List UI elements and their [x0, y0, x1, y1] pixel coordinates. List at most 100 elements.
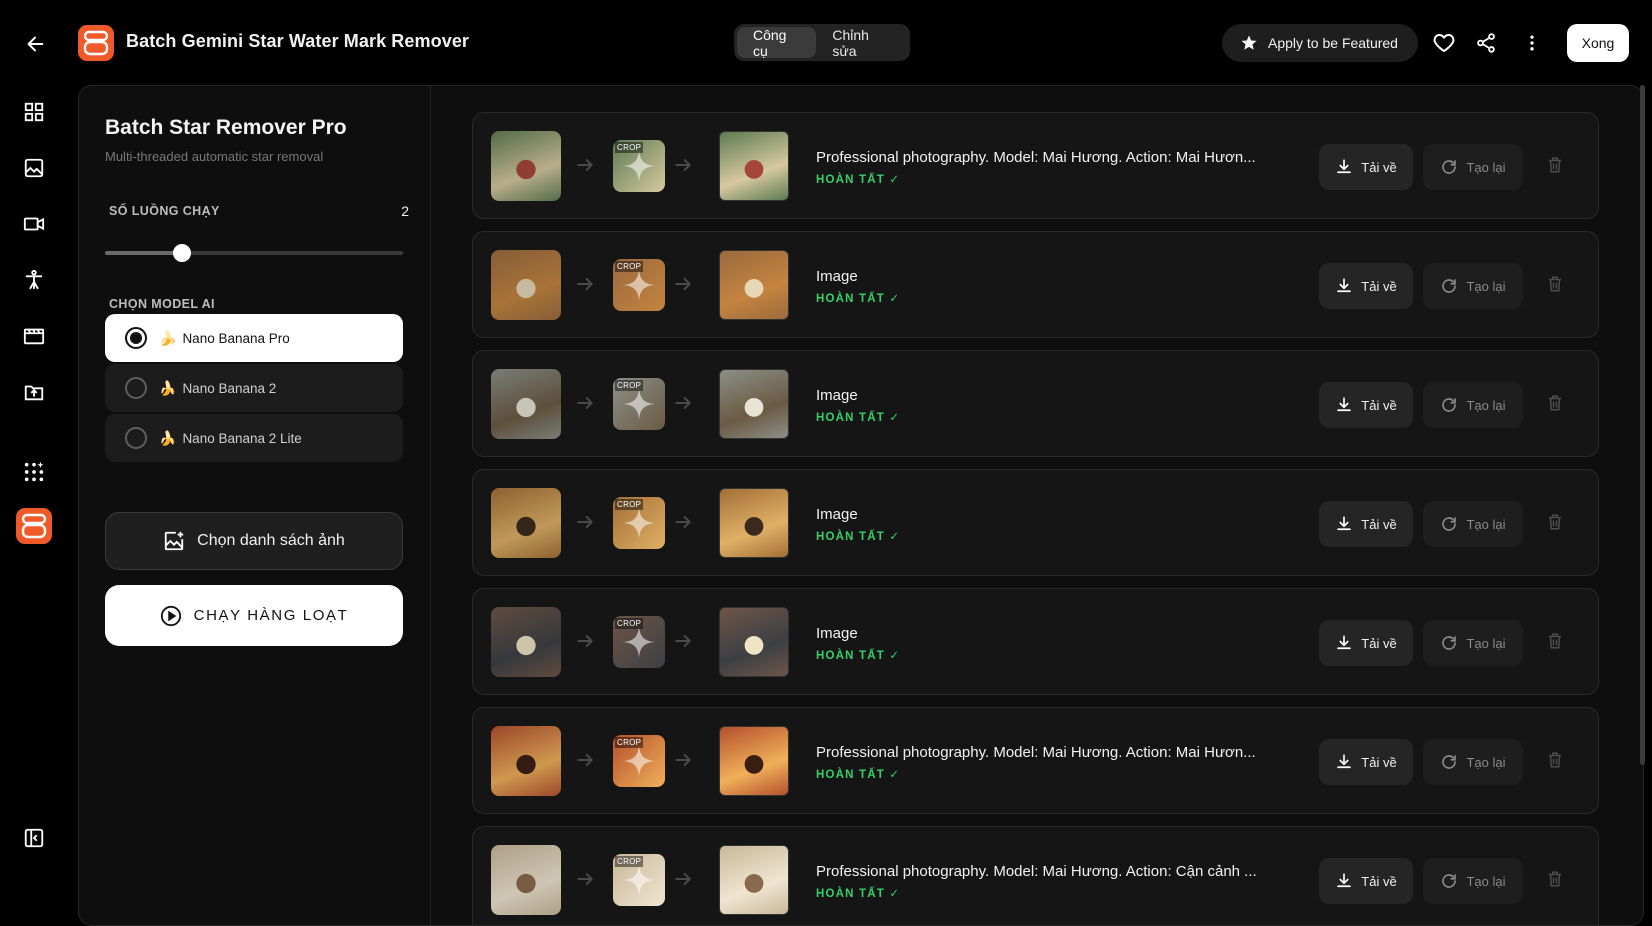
rail-item-upload[interactable] [18, 376, 50, 408]
arrow-right-icon [577, 635, 593, 647]
radio-unselected[interactable] [125, 427, 147, 449]
threads-value: 2 [401, 203, 409, 219]
output-thumbnail[interactable] [719, 131, 789, 201]
tab-tools[interactable]: Công cụ [737, 27, 817, 59]
crop-tag: CROP [615, 856, 644, 867]
download-button[interactable]: Tải về [1319, 501, 1413, 547]
regenerate-button[interactable]: Tạo lại [1423, 501, 1523, 547]
delete-button[interactable] [1541, 151, 1569, 179]
crop-thumbnail[interactable]: CROP [613, 497, 665, 549]
model-option-label: Nano Banana Pro [182, 330, 290, 346]
input-thumbnail[interactable] [491, 726, 561, 796]
share-button[interactable] [1470, 27, 1502, 59]
output-thumbnail[interactable] [719, 845, 789, 915]
radio-unselected[interactable] [125, 377, 147, 399]
rail-item-current-app[interactable] [16, 508, 52, 544]
regenerate-button[interactable]: Tạo lại [1423, 144, 1523, 190]
model-option-nano-banana-2-lite[interactable]: 🍌 Nano Banana 2 Lite [105, 414, 403, 462]
download-button[interactable]: Tải về [1319, 739, 1413, 785]
regenerate-button[interactable]: Tạo lại [1423, 620, 1523, 666]
delete-button[interactable] [1541, 389, 1569, 417]
model-option-text: 🍌 Nano Banana 2 Lite [159, 430, 302, 447]
output-thumbnail[interactable] [719, 488, 789, 558]
star-watermark-icon [623, 388, 655, 420]
sidebar-toggle-button[interactable] [18, 822, 50, 854]
arrow-right-icon [675, 873, 691, 885]
rail-item-image[interactable] [18, 152, 50, 184]
output-thumbnail[interactable] [719, 369, 789, 439]
refresh-icon [1442, 517, 1457, 531]
download-button[interactable]: Tải về [1319, 263, 1413, 309]
model-option-nano-banana-2[interactable]: 🍌 Nano Banana 2 [105, 364, 403, 412]
scrollbar[interactable] [1640, 85, 1645, 765]
rail-item-film[interactable] [18, 320, 50, 352]
delete-button[interactable] [1541, 508, 1569, 536]
download-button[interactable]: Tải về [1319, 144, 1413, 190]
person-icon [25, 269, 43, 290]
crop-thumbnail[interactable]: CROP [613, 259, 665, 311]
pick-images-button[interactable]: Chọn danh sách ảnh [105, 512, 403, 570]
model-option-nano-banana-pro[interactable]: 🍌 Nano Banana Pro [105, 314, 403, 362]
banana-icon: 🍌 [159, 329, 177, 346]
delete-button[interactable] [1541, 270, 1569, 298]
download-button[interactable]: Tải về [1319, 382, 1413, 428]
refresh-icon [1442, 755, 1457, 769]
rail-item-grid[interactable] [18, 96, 50, 128]
input-thumbnail[interactable] [491, 250, 561, 320]
crop-thumbnail[interactable]: CROP [613, 735, 665, 787]
banana-icon: 🍌 [159, 379, 177, 396]
star-watermark-icon [623, 626, 655, 658]
job-title: Image [816, 506, 858, 523]
apply-featured-button[interactable]: Apply to be Featured [1222, 24, 1418, 62]
output-thumbnail[interactable] [719, 250, 789, 320]
output-thumbnail[interactable] [719, 607, 789, 677]
input-thumbnail[interactable] [491, 607, 561, 677]
threads-slider[interactable] [105, 244, 403, 262]
sparkle-grid-icon [24, 461, 44, 482]
radio-selected[interactable] [125, 327, 147, 349]
download-label: Tải về [1361, 635, 1397, 651]
regenerate-button[interactable]: Tạo lại [1423, 382, 1523, 428]
download-label: Tải về [1361, 397, 1397, 413]
rail-item-video[interactable] [18, 208, 50, 240]
input-thumbnail[interactable] [491, 369, 561, 439]
input-thumbnail[interactable] [491, 488, 561, 558]
run-batch-button[interactable]: CHẠY HÀNG LOẠT [105, 585, 403, 646]
input-thumbnail[interactable] [491, 131, 561, 201]
favorite-button[interactable] [1428, 27, 1460, 59]
crop-thumbnail[interactable]: CROP [613, 378, 665, 430]
crop-thumbnail[interactable]: CROP [613, 140, 665, 192]
crop-thumbnail[interactable]: CROP [613, 616, 665, 668]
output-thumbnail[interactable] [719, 726, 789, 796]
regenerate-button[interactable]: Tạo lại [1423, 739, 1523, 785]
job-title: Image [816, 625, 858, 642]
film-icon [23, 328, 45, 345]
tab-edit[interactable]: Chỉnh sửa [816, 27, 907, 59]
app-logo-icon [78, 25, 114, 61]
crop-thumbnail[interactable]: CROP [613, 854, 665, 906]
job-status: HOÀN TẤT ✓ [816, 412, 901, 424]
rail-item-apps[interactable] [18, 456, 50, 488]
delete-button[interactable] [1541, 865, 1569, 893]
regenerate-button[interactable]: Tạo lại [1423, 263, 1523, 309]
back-button[interactable] [18, 27, 52, 61]
slider-knob[interactable] [173, 244, 192, 262]
input-thumbnail[interactable] [491, 845, 561, 915]
regenerate-button[interactable]: Tạo lại [1423, 858, 1523, 904]
more-button[interactable] [1516, 27, 1548, 59]
download-label: Tải về [1361, 159, 1397, 175]
job-row: CROP Image HOÀN TẤT ✓ Tải về Tạo lại [472, 469, 1599, 576]
download-button[interactable]: Tải về [1319, 620, 1413, 666]
rail-item-person[interactable] [18, 264, 50, 296]
delete-button[interactable] [1541, 627, 1569, 655]
download-button[interactable]: Tải về [1319, 858, 1413, 904]
delete-button[interactable] [1541, 746, 1569, 774]
arrow-right-icon [577, 397, 593, 409]
threads-label: SỐ LUỒNG CHẠY [109, 204, 220, 218]
regenerate-label: Tạo lại [1466, 516, 1506, 532]
main-frame: Batch Star Remover Pro Multi-threaded au… [78, 85, 1644, 926]
refresh-icon [1442, 160, 1457, 174]
regenerate-label: Tạo lại [1466, 397, 1506, 413]
done-button[interactable]: Xong [1567, 24, 1629, 62]
job-status: HOÀN TẤT ✓ [816, 650, 901, 662]
